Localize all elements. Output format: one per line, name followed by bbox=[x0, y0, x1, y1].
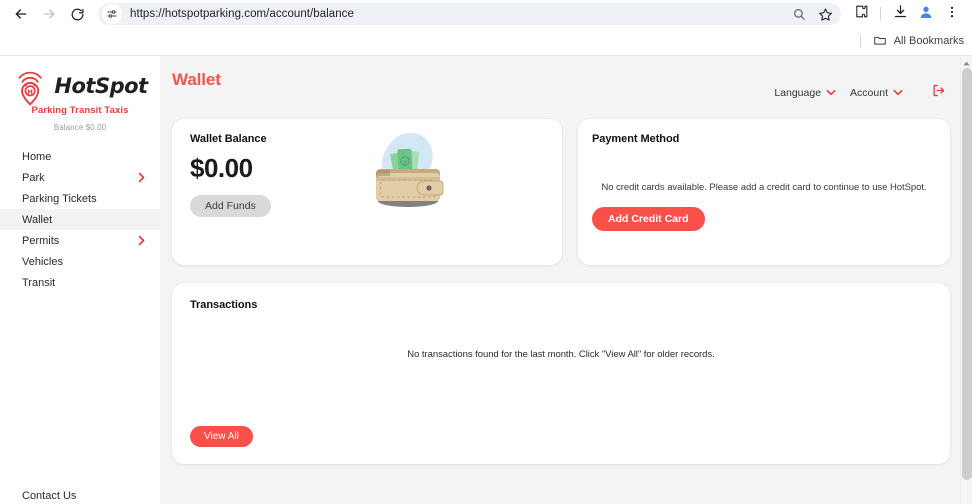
reload-button[interactable] bbox=[64, 1, 90, 27]
address-bar[interactable]: https://hotspotparking.com/account/balan… bbox=[98, 3, 841, 25]
extensions-button[interactable] bbox=[849, 2, 873, 26]
sidebar-item-vehicles[interactable]: Vehicles bbox=[0, 251, 160, 272]
bookmarks-divider bbox=[859, 34, 861, 48]
bookmarks-bar: All Bookmarks bbox=[0, 28, 972, 54]
logout-button[interactable] bbox=[931, 83, 946, 103]
chevron-right-icon bbox=[137, 235, 146, 246]
sidebar-item-wallet[interactable]: Wallet bbox=[0, 209, 160, 230]
toolbar-divider bbox=[880, 7, 881, 21]
brand-logo[interactable]: H HotSpot bbox=[0, 62, 160, 106]
contact-us-label: Contact Us bbox=[22, 490, 77, 502]
forward-arrow-icon bbox=[41, 6, 57, 22]
sidebar-item-permits[interactable]: Permits bbox=[0, 230, 160, 251]
search-icon[interactable] bbox=[787, 2, 811, 26]
payment-method-title: Payment Method bbox=[592, 133, 680, 145]
puzzle-piece-icon bbox=[854, 4, 869, 24]
main-content: Wallet Language Account Wallet Balance $… bbox=[160, 56, 972, 504]
account-menu[interactable]: Account bbox=[850, 87, 903, 99]
transactions-empty-message: No transactions found for the last month… bbox=[407, 349, 715, 360]
chevron-down-icon bbox=[893, 87, 903, 99]
sidebar-item-label: Vehicles bbox=[22, 255, 63, 268]
three-dot-menu-icon bbox=[945, 5, 959, 24]
scroll-up-button[interactable] bbox=[961, 56, 972, 67]
brand-tagline: Parking Transit Taxis bbox=[31, 105, 129, 116]
transactions-title: Transactions bbox=[190, 299, 258, 311]
wallet-balance-card: Wallet Balance $0.00 Add Funds $ bbox=[172, 119, 562, 265]
payment-method-empty-message: No credit cards available. Please add a … bbox=[601, 182, 927, 193]
page-viewport: H HotSpot Parking Transit Taxis Balance … bbox=[0, 55, 972, 504]
main-header: Wallet Language Account bbox=[160, 56, 972, 119]
tune-icon[interactable] bbox=[102, 4, 122, 24]
sidebar-item-label: Park bbox=[22, 171, 45, 184]
sidebar-item-transit[interactable]: Transit bbox=[0, 272, 160, 293]
all-bookmarks-button[interactable]: All Bookmarks bbox=[873, 33, 964, 50]
transactions-card: Transactions No transactions found for t… bbox=[172, 283, 950, 464]
sidebar-item-label: Parking Tickets bbox=[22, 192, 97, 205]
page-title: Wallet bbox=[172, 70, 221, 89]
back-button[interactable] bbox=[8, 1, 34, 27]
sidebar-item-label: Home bbox=[22, 150, 52, 163]
downloads-button[interactable] bbox=[888, 2, 912, 26]
sidebar: H HotSpot Parking Transit Taxis Balance … bbox=[0, 56, 160, 504]
add-funds-button[interactable]: Add Funds bbox=[190, 195, 271, 217]
language-menu[interactable]: Language bbox=[774, 87, 836, 99]
page-scrollbar[interactable] bbox=[960, 56, 972, 504]
sidebar-item-contact-us[interactable]: Contact Us bbox=[0, 490, 160, 504]
sidebar-nav: Home Park Parking Tickets Wallet Permits bbox=[0, 146, 160, 293]
wallet-page-content: Wallet Balance $0.00 Add Funds $ Payment… bbox=[160, 119, 972, 504]
all-bookmarks-label: All Bookmarks bbox=[893, 35, 964, 47]
view-all-button[interactable]: View All bbox=[190, 426, 253, 447]
payment-method-card: Payment Method No credit cards available… bbox=[578, 119, 950, 265]
logout-icon bbox=[931, 83, 946, 103]
omnibox-actions bbox=[787, 2, 837, 26]
chevron-down-icon bbox=[826, 87, 836, 99]
language-label: Language bbox=[774, 87, 822, 99]
wallet-cards-row: Wallet Balance $0.00 Add Funds $ Payment… bbox=[172, 119, 950, 265]
hotspot-pin-wifi-logo-icon: H bbox=[12, 66, 50, 106]
star-icon[interactable] bbox=[813, 2, 837, 26]
chevron-right-icon bbox=[137, 172, 146, 183]
address-bar-url: https://hotspotparking.com/account/balan… bbox=[130, 8, 354, 20]
profile-avatar-icon bbox=[918, 4, 934, 25]
scrollbar-thumb[interactable] bbox=[962, 68, 972, 480]
download-icon bbox=[893, 4, 908, 24]
folder-icon bbox=[873, 33, 887, 50]
sidebar-item-label: Permits bbox=[22, 234, 60, 247]
forward-button[interactable] bbox=[36, 1, 62, 27]
svg-text:$: $ bbox=[403, 159, 407, 166]
wallet-with-cash-illustration-icon: $ bbox=[362, 131, 454, 215]
header-actions: Language Account bbox=[774, 83, 946, 103]
sidebar-item-label: Wallet bbox=[22, 213, 53, 226]
browser-menu-button[interactable] bbox=[940, 2, 964, 26]
reload-icon bbox=[70, 7, 85, 22]
profile-button[interactable] bbox=[914, 2, 938, 26]
brand-name: HotSpot bbox=[54, 74, 148, 98]
browser-toolbar: https://hotspotparking.com/account/balan… bbox=[0, 0, 972, 28]
browser-chrome: https://hotspotparking.com/account/balan… bbox=[0, 0, 972, 55]
sidebar-item-park[interactable]: Park bbox=[0, 167, 160, 188]
svg-text:H: H bbox=[28, 88, 33, 96]
sidebar-balance: Balance $0.00 bbox=[53, 123, 107, 132]
sidebar-item-label: Transit bbox=[22, 276, 56, 289]
sidebar-item-home[interactable]: Home bbox=[0, 146, 160, 167]
add-credit-card-button[interactable]: Add Credit Card bbox=[592, 207, 705, 231]
account-label: Account bbox=[850, 87, 888, 99]
sidebar-item-parking-tickets[interactable]: Parking Tickets bbox=[0, 188, 160, 209]
back-arrow-icon bbox=[13, 6, 29, 22]
